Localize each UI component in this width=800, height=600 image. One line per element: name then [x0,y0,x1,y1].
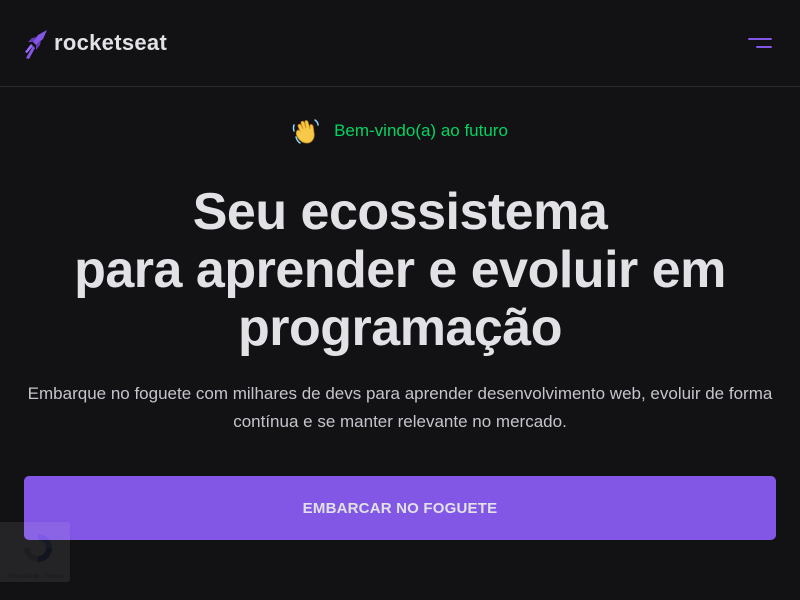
hero-title-line: para aprender e evoluir em [74,241,726,299]
waving-hand-icon [292,119,319,144]
hamburger-menu-icon[interactable] [740,34,772,54]
hero-title-line: programação [238,299,562,357]
hero-title-line: Seu ecossistema [192,183,608,241]
site-header: rocketseat [0,0,800,87]
recaptcha-links[interactable]: Privacidade - Termos [8,574,64,580]
recaptcha-icon [24,534,52,562]
menu-line-top [748,38,772,40]
welcome-eyebrow: Bem-vindo(a) ao futuro [0,117,800,145]
logo-wordmark: rocketseat [54,30,168,55]
embark-rocket-button[interactable]: EMBARCAR NO FOGUETE [24,476,776,540]
eyebrow-text: Bem-vindo(a) ao futuro [334,121,508,140]
recaptcha-badge[interactable]: Privacidade - Termos [0,522,70,582]
page: rocketseat Bem-vindo(a) ao futuro Seu ec… [0,0,800,600]
hero-description: Embarque no foguete com milhares de devs… [27,384,773,431]
logo-link[interactable]: rocketseat [24,28,167,60]
hero-title: Seu ecossistema para aprender e evoluir … [20,183,780,357]
menu-line-bottom [756,46,772,48]
rocket-logo-icon [25,30,47,59]
